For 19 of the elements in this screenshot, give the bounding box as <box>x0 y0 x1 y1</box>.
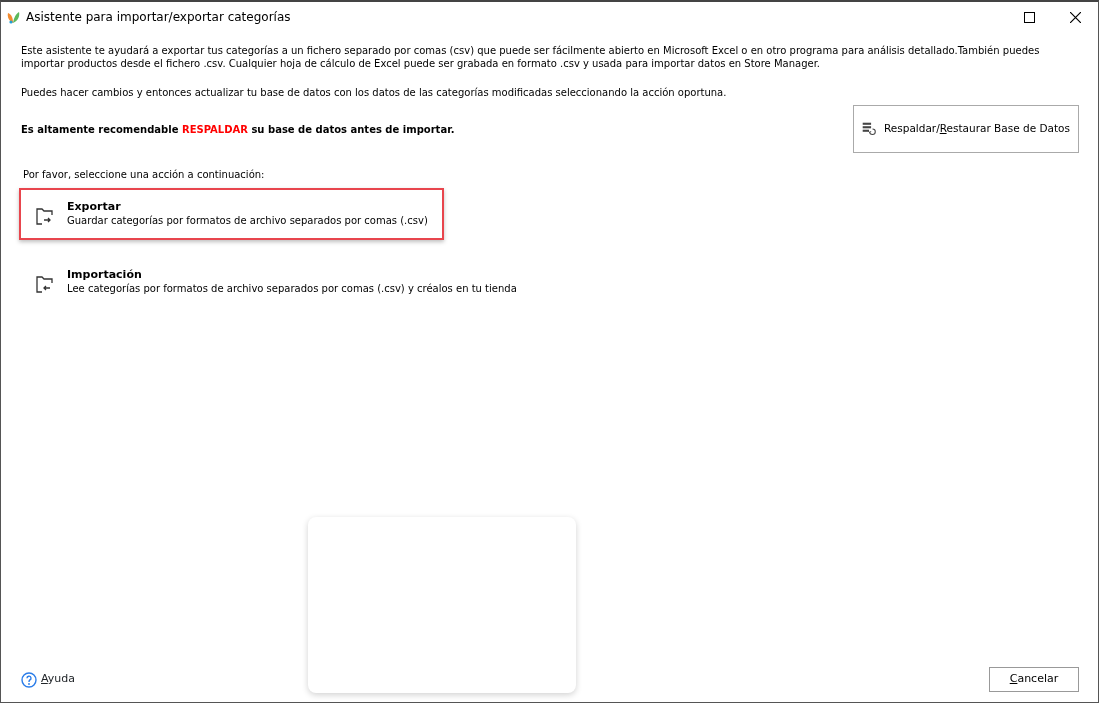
backup-warning: Es altamente recomendable RESPALDAR su base de datos antes de importar. <box>21 122 455 137</box>
folder-arrow-icon <box>35 274 55 294</box>
app-logo-icon <box>7 10 20 24</box>
maximize-icon <box>1023 11 1035 23</box>
window-title: Asistente para importar/exportar categorías <box>26 9 291 26</box>
intro-paragraph: Este asistente te ayudará a exportar tus categorías a un fichero separado por comas (csv) que puede ser fácilmente abierto en Microsoft Excel o en otro programa para análisis detallado.También puedes importar productos desde el fichero .csv. Cualquier hoja de cálculo de Excel puede ser grabada en formato .csv y usada para importar datos en Store Manager. <box>21 44 1041 70</box>
backup-restore-button[interactable]: Respaldar/Restaurar Base de Datos <box>853 105 1079 153</box>
close-icon <box>1069 11 1081 23</box>
folder-arrow-icon <box>35 206 55 226</box>
action-description: Lee categorías por formatos de archivo separados por comas (.csv) y créalos en tu tienda <box>67 282 517 296</box>
cancel-button[interactable]: Cancelar <box>989 667 1079 692</box>
prompt-text: Por favor, seleccione una acción a continuación: <box>23 169 265 180</box>
help-link[interactable]: Ayuda <box>21 671 75 688</box>
action-title: Exportar <box>67 200 122 214</box>
action-title: Importación <box>67 268 143 282</box>
intro-paragraph: Puedes hacer cambios y entonces actualizar tu base de datos con los datos de las categorías modificadas seleccionando la acción oportuna. <box>21 86 728 99</box>
help-icon <box>21 671 37 688</box>
action-description: Guardar categorías por formatos de archivo separados por comas (.csv) <box>67 214 428 228</box>
action-option[interactable]: Exportar Guardar categorías por formatos de archivo separados por comas (.csv) <box>19 188 444 240</box>
